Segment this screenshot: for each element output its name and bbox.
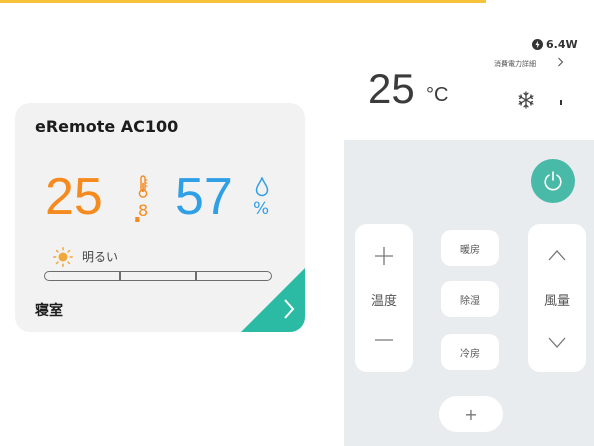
fan-up-button[interactable] — [547, 246, 567, 266]
temperature-control: 温度 — [355, 224, 413, 372]
chevron-right-icon[interactable] — [557, 57, 564, 67]
brightness-level-bar — [44, 271, 272, 281]
add-button[interactable]: + — [439, 396, 503, 432]
temperature-decimal: 8 — [138, 201, 149, 220]
remote-status-header: 25 °C 6.4W 消費電力詳細 — [344, 14, 594, 140]
device-name: eRemote AC100 — [35, 117, 179, 136]
fan-speed-control: 風量 — [528, 224, 586, 372]
temperature-integer: 25 — [45, 168, 103, 226]
power-usage-value: 6.4W — [546, 38, 578, 51]
power-usage: 6.4W — [532, 38, 578, 51]
chevron-right-icon[interactable] — [282, 298, 296, 320]
temperature-down-button[interactable] — [374, 330, 394, 350]
mode-dehumidify-button[interactable]: 除湿 — [441, 281, 499, 317]
water-drop-icon — [255, 177, 269, 197]
mode-heat-button[interactable]: 暖房 — [441, 230, 499, 266]
fan-down-button[interactable] — [547, 332, 567, 352]
brightness-bar-divider — [195, 272, 197, 280]
device-widget-card[interactable]: eRemote AC100 25 . 8 57 % 明るい 寝室 — [15, 103, 305, 332]
temperature-control-label: 温度 — [370, 294, 397, 309]
power-icon — [544, 171, 562, 191]
power-button[interactable] — [531, 159, 575, 203]
brightness-label: 明るい — [82, 250, 119, 264]
fan-level-indicator — [560, 100, 562, 105]
room-name: 寝室 — [35, 303, 63, 319]
remote-control-panel: 25 °C 6.4W 消費電力詳細 温度 暖房 除湿 冷房 風量 + — [344, 14, 594, 446]
humidity-unit: % — [253, 199, 270, 219]
set-temperature: 25 — [368, 65, 415, 112]
set-temperature-unit: °C — [426, 84, 449, 106]
power-meter-icon — [532, 39, 543, 50]
brightness-bar-divider — [119, 272, 121, 280]
top-accent-bar — [0, 0, 486, 3]
fan-control-label: 風量 — [543, 294, 570, 309]
humidity-value: 57 — [175, 168, 233, 226]
power-detail-link[interactable]: 消費電力詳細 — [494, 59, 536, 69]
snowflake-icon — [518, 91, 534, 109]
sun-icon — [53, 247, 73, 267]
thermometer-icon — [138, 175, 148, 198]
mode-cool-button[interactable]: 冷房 — [441, 334, 499, 370]
temperature-up-button[interactable] — [374, 246, 394, 266]
